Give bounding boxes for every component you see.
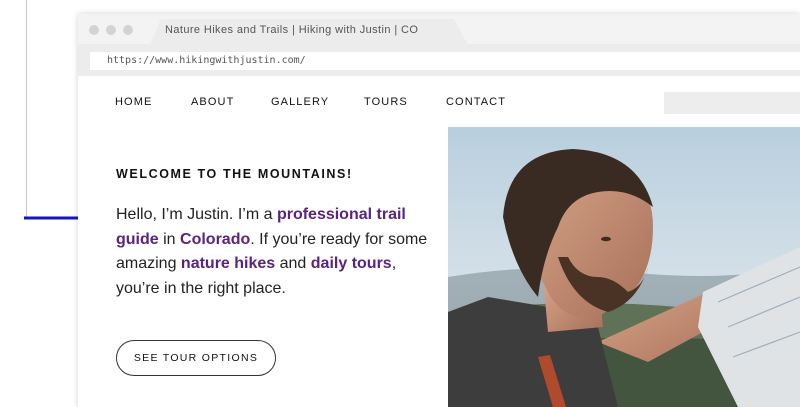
intro-text-4: and (275, 255, 311, 272)
site-nav: HOME ABOUT GALLERY TOURS CONTACT (78, 76, 800, 126)
nav-contact[interactable]: CONTACT (446, 96, 506, 108)
tab-title: Nature Hikes and Trails | Hiking with Ju… (165, 24, 419, 36)
nav-about[interactable]: ABOUT (191, 96, 234, 108)
nav-search-box[interactable] (664, 92, 800, 114)
intro-text-1: Hello, I’m Justin. I’m a (116, 206, 277, 223)
hero-eyebrow: WELCOME TO THE MOUNTAINS! (116, 167, 353, 181)
hero-intro: Hello, I’m Justin. I’m a professional tr… (116, 203, 436, 301)
link-nature-hikes[interactable]: nature hikes (181, 255, 275, 272)
nav-tours[interactable]: TOURS (364, 96, 408, 108)
nav-gallery[interactable]: GALLERY (271, 96, 329, 108)
see-tour-options-button[interactable]: SEE TOUR OPTIONS (116, 340, 276, 376)
nav-home[interactable]: HOME (115, 96, 152, 108)
window-controls (89, 25, 133, 35)
intro-text-2: in (158, 230, 181, 248)
url-field[interactable]: https://www.hikingwithjustin.com/ (90, 52, 800, 70)
hiker-photo (448, 127, 800, 407)
link-daily-tours[interactable]: daily tours (311, 255, 392, 272)
minimize-window-dot[interactable] (106, 25, 116, 35)
browser-window: Nature Hikes and Trails | Hiking with Ju… (78, 14, 800, 407)
close-window-dot[interactable] (89, 25, 99, 35)
maximize-window-dot[interactable] (123, 25, 133, 35)
link-colorado[interactable]: Colorado (180, 231, 250, 248)
annotation-guide-line (26, 0, 27, 217)
